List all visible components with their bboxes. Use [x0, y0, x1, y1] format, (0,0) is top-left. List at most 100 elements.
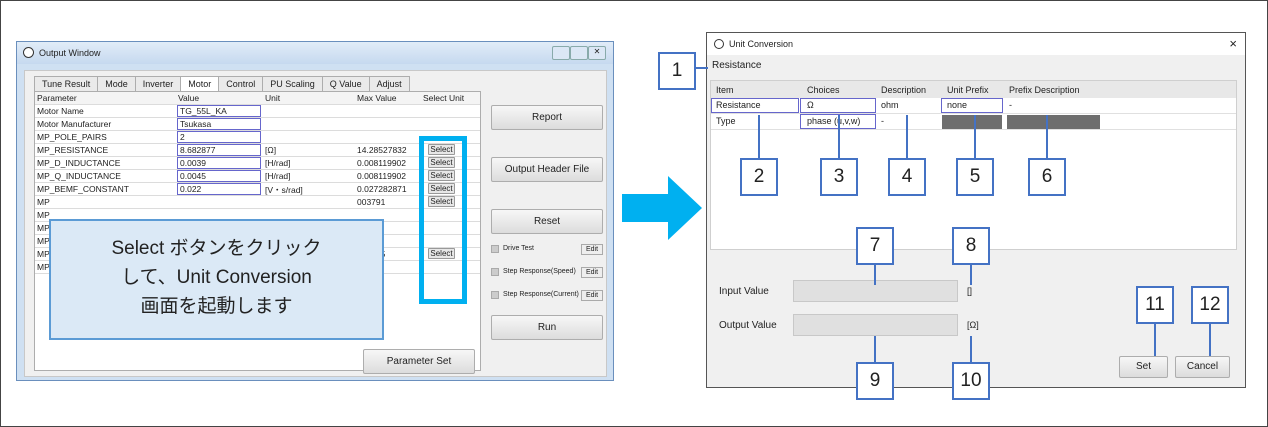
app-logo-icon: [714, 39, 724, 49]
step-speed-edit-button[interactable]: Edit: [581, 267, 603, 278]
callout-box: Select ボタンをクリック して、Unit Conversion 画面を起動…: [49, 219, 384, 340]
grid-header: Parameter Value Unit Max Value Select Un…: [35, 92, 480, 105]
select-column-highlight: [419, 136, 467, 304]
maximize-icon[interactable]: [570, 46, 588, 60]
output-value-label: Output Value: [719, 320, 777, 331]
cell-value: 0.0045: [180, 171, 206, 181]
cell-param: MP: [37, 262, 50, 272]
cell-max: 0.008119902: [357, 158, 407, 168]
cell-unit: [H/rad]: [265, 171, 291, 181]
item-label: Resistance: [712, 60, 762, 71]
tab-adjust[interactable]: Adjust: [368, 76, 410, 91]
column-header: Choices: [807, 85, 840, 95]
cell-param: MP_POLE_PAIRS: [37, 132, 107, 142]
tab-bar: Tune Result Mode Inverter Motor Control …: [34, 76, 410, 92]
tab-q-value[interactable]: Q Value: [321, 76, 370, 91]
step-speed-label: Step Response(Speed): [503, 268, 576, 275]
prefix-value: none: [947, 100, 968, 110]
cell-value: 0.022: [180, 184, 202, 194]
value-cell[interactable]: [177, 131, 261, 143]
drive-test-edit-button[interactable]: Edit: [581, 244, 603, 255]
cell-max: 0.027282871: [357, 184, 407, 194]
cell-value: TG_55L_KA: [180, 106, 227, 116]
output-unit: [Ω]: [967, 320, 979, 330]
input-value-label: Input Value: [719, 286, 769, 297]
column-header: Max Value: [357, 93, 397, 103]
leader-line: [974, 115, 976, 160]
column-header: Unit: [265, 93, 281, 103]
cell-unit: [V・s/rad]: [265, 185, 303, 195]
cell-param: MP: [37, 236, 50, 246]
right-arrow-icon: [622, 176, 702, 240]
report-button[interactable]: Report: [491, 105, 603, 130]
drive-test-checkbox[interactable]: [491, 245, 499, 253]
step-current-checkbox[interactable]: [491, 291, 499, 299]
cancel-button[interactable]: Cancel: [1175, 356, 1230, 378]
tab-mode[interactable]: Mode: [97, 76, 136, 91]
run-button[interactable]: Run: [491, 315, 603, 340]
step-current-edit-button[interactable]: Edit: [581, 290, 603, 301]
cell-param: MP_Q_INDUCTANCE: [37, 171, 121, 181]
leader-line: [838, 115, 840, 160]
disabled-cell: [942, 115, 1002, 129]
tab-control[interactable]: Control: [218, 76, 264, 91]
step-current-label: Step Response(Current): [503, 291, 579, 298]
close-icon[interactable]: ×: [1229, 36, 1237, 51]
cell-value: Tsukasa: [180, 119, 212, 129]
cell-param: MP: [37, 249, 50, 259]
output-header-file-button[interactable]: Output Header File: [491, 157, 603, 182]
table-row[interactable]: MP_POLE_PAIRS 2: [35, 131, 480, 144]
column-header: Prefix Description: [1009, 85, 1080, 95]
dialog-title: Unit Conversion: [729, 39, 794, 49]
cell-max: 003791: [357, 197, 386, 207]
cell-param: Motor Manufacturer: [37, 119, 112, 129]
marker-5: 5: [956, 158, 994, 196]
tab-pu-scaling[interactable]: PU Scaling: [262, 76, 323, 91]
leader-line: [1154, 324, 1156, 356]
marker-11: 11: [1136, 286, 1174, 324]
marker-8: 8: [952, 227, 990, 265]
parameter-set-button[interactable]: Parameter Set: [363, 349, 475, 374]
table-row[interactable]: MP_Q_INDUCTANCE 0.0045 [H/rad] 0.008119902 S…: [35, 170, 480, 183]
leader-line: [874, 336, 876, 364]
output-window-titlebar: Output Window ✕: [17, 42, 613, 64]
tab-tune-result[interactable]: Tune Result: [34, 76, 99, 91]
close-icon[interactable]: ✕: [588, 46, 606, 60]
cell-max: 14.28527832: [357, 145, 407, 155]
set-button[interactable]: Set: [1119, 356, 1168, 378]
disabled-cell: [1007, 115, 1100, 129]
table-row[interactable]: MP_BEMF_CONSTANT 0.022 [V・s/rad] 0.02728287…: [35, 183, 480, 196]
minimize-icon[interactable]: [552, 46, 570, 60]
cell-param: MP_D_INDUCTANCE: [37, 158, 121, 168]
cell-unit: [Ω]: [265, 145, 277, 155]
leader-line: [970, 336, 972, 364]
table-row[interactable]: MP 003791 Select: [35, 196, 480, 209]
table-row[interactable]: Resistance Ω ohm none -: [711, 98, 1236, 114]
output-window-title: Output Window: [39, 48, 101, 58]
cell-param: MP: [37, 197, 50, 207]
cell-param: MP_RESISTANCE: [37, 145, 109, 155]
cell-value: 8.682877: [180, 145, 216, 155]
marker-12: 12: [1191, 286, 1229, 324]
leader-line: [696, 67, 708, 69]
tab-inverter[interactable]: Inverter: [134, 76, 182, 91]
description-value: ohm: [881, 100, 899, 110]
step-speed-checkbox[interactable]: [491, 268, 499, 276]
leader-line: [1046, 115, 1048, 160]
leader-line: [970, 265, 972, 285]
table-row[interactable]: MP_RESISTANCE 8.682877 [Ω] 14.28527832 Selec…: [35, 144, 480, 157]
unit-conversion-dialog: Unit Conversion × Resistance Item Choice…: [706, 32, 1246, 388]
leader-line: [874, 265, 876, 285]
cell-max: 0.008119902: [357, 171, 407, 181]
dialog-titlebar: Unit Conversion ×: [707, 33, 1245, 55]
marker-1: 1: [658, 52, 696, 90]
item-value: Resistance: [716, 100, 761, 110]
leader-line: [906, 115, 908, 160]
tab-motor[interactable]: Motor: [180, 76, 220, 92]
choice-value: Ω: [807, 100, 814, 110]
table-row[interactable]: Motor Manufacturer Tsukasa: [35, 118, 480, 131]
table-row[interactable]: Motor Name TG_55L_KA: [35, 105, 480, 118]
table-row[interactable]: MP_D_INDUCTANCE 0.0039 [H/rad] 0.008119902 S…: [35, 157, 480, 170]
reset-button[interactable]: Reset: [491, 209, 603, 234]
callout-line: して、Unit Conversion: [121, 267, 312, 288]
